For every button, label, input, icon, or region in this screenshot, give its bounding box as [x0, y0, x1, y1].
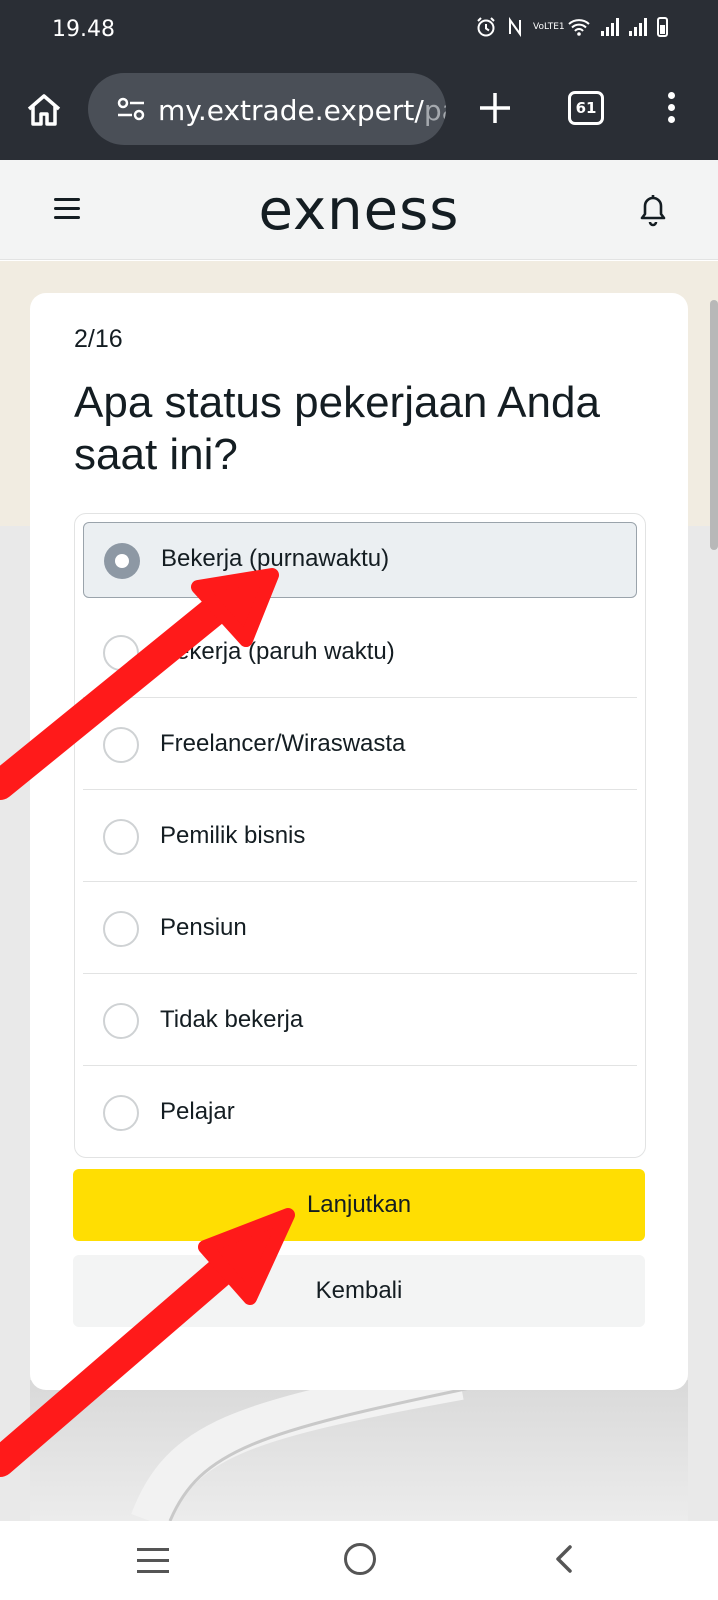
- radio[interactable]: [103, 819, 139, 855]
- option-pelajar[interactable]: Pelajar: [83, 1066, 637, 1158]
- options-list: Bekerja (purnawaktu) Bekerja (paruh wakt…: [74, 513, 646, 1158]
- option-label: Freelancer/Wiraswasta: [160, 730, 406, 757]
- option-bekerja-purnawaktu[interactable]: Bekerja (purnawaktu): [83, 522, 637, 598]
- page-scrollbar[interactable]: [710, 300, 718, 550]
- back-button[interactable]: Kembali: [73, 1255, 645, 1327]
- step-counter: 2/16: [74, 325, 123, 353]
- radio[interactable]: [103, 911, 139, 947]
- option-label: Bekerja (paruh waktu): [160, 638, 395, 665]
- status-bar: 19.48 VoLTE1: [0, 0, 718, 60]
- option-tidak-bekerja[interactable]: Tidak bekerja: [83, 974, 637, 1066]
- site-settings-icon[interactable]: [116, 97, 146, 121]
- option-bekerja-paruh-waktu[interactable]: Bekerja (paruh waktu): [83, 606, 637, 698]
- option-label: Bekerja (purnawaktu): [161, 545, 390, 572]
- plus-icon[interactable]: [475, 88, 515, 128]
- system-nav-bar: [0, 1521, 718, 1600]
- radio[interactable]: [103, 1003, 139, 1039]
- status-icons: VoLTE1: [475, 16, 668, 38]
- url-faded: pa: [423, 94, 446, 127]
- radio[interactable]: [103, 1095, 139, 1131]
- alarm-icon: [477, 17, 495, 37]
- radio-selected[interactable]: [104, 543, 140, 579]
- more-vert-icon[interactable]: [665, 92, 677, 128]
- continue-button[interactable]: Lanjutkan: [73, 1169, 645, 1241]
- question-title: Apa status pekerjaan Anda saat ini?: [74, 378, 600, 479]
- app-header: exness: [0, 160, 718, 260]
- url-main: my.extrade.expert/: [158, 94, 424, 127]
- bell-icon[interactable]: [637, 194, 669, 228]
- decorative-image: [30, 1380, 688, 1521]
- url-text[interactable]: my.extrade.expert/pa: [158, 94, 446, 127]
- volte-icon: VoLTE1: [533, 22, 565, 32]
- radio[interactable]: [103, 727, 139, 763]
- option-pemilik-bisnis[interactable]: Pemilik bisnis: [83, 790, 637, 882]
- status-time: 19.48: [52, 17, 115, 42]
- home-icon[interactable]: [24, 90, 64, 130]
- option-label: Tidak bekerja: [160, 1006, 304, 1033]
- option-label: Pemilik bisnis: [160, 822, 306, 849]
- url-bar[interactable]: my.extrade.expert/pa: [88, 73, 446, 145]
- option-freelancer[interactable]: Freelancer/Wiraswasta: [83, 698, 637, 790]
- browser-toolbar: my.extrade.expert/pa 61: [0, 60, 718, 160]
- signal-icon-2: [629, 18, 647, 36]
- option-pensiun[interactable]: Pensiun: [83, 882, 637, 974]
- home-circle-icon[interactable]: [344, 1543, 376, 1575]
- signal-icon: [601, 18, 619, 36]
- wifi-icon: [568, 19, 590, 36]
- decorative-curve: [131, 1380, 471, 1521]
- tabs-icon[interactable]: 61: [568, 91, 604, 125]
- radio[interactable]: [103, 635, 139, 671]
- questionnaire-card: 2/16 Apa status pekerjaan Anda saat ini?…: [30, 293, 688, 1390]
- back-icon[interactable]: [550, 1543, 578, 1575]
- nfc-icon: [509, 16, 521, 38]
- brand-logo[interactable]: exness: [0, 178, 718, 243]
- battery-icon: [657, 17, 668, 37]
- recent-apps-icon[interactable]: [137, 1548, 169, 1574]
- option-label: Pelajar: [160, 1098, 235, 1125]
- option-label: Pensiun: [160, 914, 247, 941]
